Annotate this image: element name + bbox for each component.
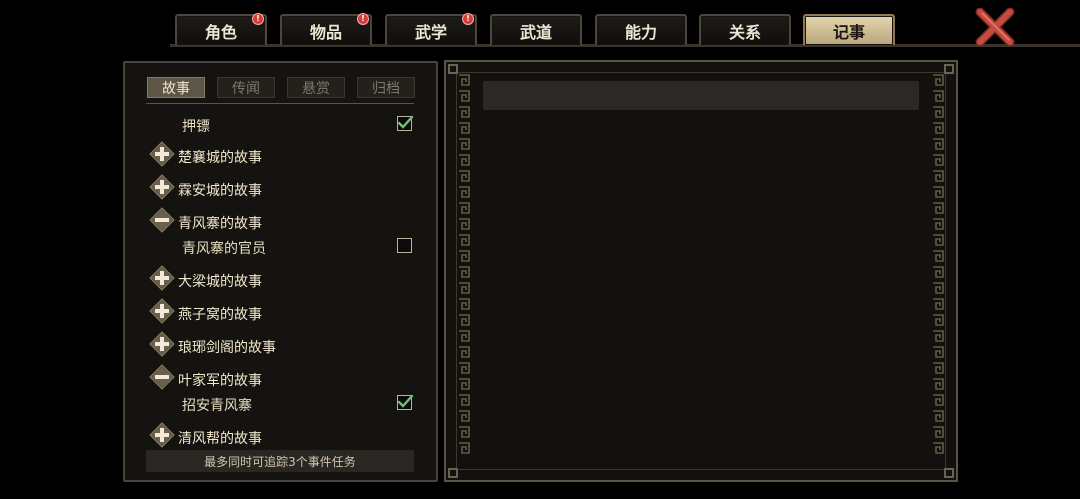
story-group[interactable]: 楚襄城的故事	[125, 141, 425, 168]
detail-title-bar	[483, 81, 919, 110]
expand-icon[interactable]	[149, 298, 175, 324]
expand-icon[interactable]	[149, 422, 175, 448]
fret-border-left	[457, 74, 471, 454]
story-group[interactable]: 叶家军的故事	[125, 364, 425, 391]
quest-item[interactable]: 招安青风寨	[125, 390, 425, 416]
fret-border-right	[931, 74, 945, 454]
tab-label: 角色	[204, 22, 237, 42]
track-checkbox[interactable]	[397, 238, 412, 253]
alert-badge-icon: !	[252, 13, 264, 25]
story-group-label: 楚襄城的故事	[178, 150, 262, 166]
divider	[146, 103, 414, 104]
expand-icon[interactable]	[149, 174, 175, 200]
story-group-label: 燕子窝的故事	[178, 307, 262, 323]
story-group-label: 清风帮的故事	[178, 431, 262, 447]
story-group-label: 霖安城的故事	[178, 183, 262, 199]
tracking-limit-note: 最多同时可追踪3个事件任务	[146, 450, 414, 472]
tab-journal[interactable]: 记事	[803, 14, 895, 45]
story-group[interactable]: 霖安城的故事	[125, 174, 425, 201]
subtab-archive[interactable]: 归档	[357, 77, 415, 98]
tab-label: 记事	[832, 22, 865, 42]
alert-badge-icon: !	[357, 13, 369, 25]
expand-icon[interactable]	[149, 265, 175, 291]
journal-list-panel: 故事 传闻 悬赏 归档 押镖楚襄城的故事 霖安城的故事 青风寨的故事青风寨的官员大梁…	[123, 61, 438, 482]
collapse-icon[interactable]	[149, 207, 175, 233]
track-checkbox[interactable]	[397, 394, 414, 410]
story-group[interactable]: 清风帮的故事	[125, 422, 425, 449]
story-group[interactable]: 大梁城的故事	[125, 265, 425, 292]
story-group-label: 大梁城的故事	[178, 274, 262, 290]
close-icon	[975, 7, 1015, 47]
expand-icon[interactable]	[149, 331, 175, 357]
story-group-label: 琅琊剑阁的故事	[178, 340, 276, 356]
detail-inner-frame	[456, 72, 946, 470]
collapse-icon[interactable]	[149, 364, 175, 390]
quest-item[interactable]: 青风寨的官员	[125, 233, 425, 259]
tab-character[interactable]: 角色!	[175, 13, 267, 45]
tab-relations[interactable]: 关系	[699, 14, 791, 45]
tab-label: 武道	[519, 22, 552, 42]
quest-label: 招安青风寨	[182, 398, 252, 414]
story-group[interactable]: 青风寨的故事	[125, 207, 425, 234]
story-group[interactable]: 燕子窝的故事	[125, 298, 425, 325]
checkmark-icon	[397, 115, 414, 129]
tab-label: 能力	[624, 22, 657, 42]
frame-corner	[448, 468, 458, 478]
frame-corner	[944, 468, 954, 478]
subtab-stories[interactable]: 故事	[147, 77, 205, 98]
tab-label: 武学	[414, 22, 447, 42]
tab-abilities[interactable]: 能力	[595, 14, 687, 45]
journal-detail-panel	[444, 60, 958, 482]
story-group-label: 青风寨的故事	[178, 216, 262, 232]
tab-label: 物品	[309, 22, 342, 42]
quest-label: 押镖	[182, 119, 210, 135]
tab-items[interactable]: 物品!	[280, 13, 372, 45]
story-group[interactable]: 琅琊剑阁的故事	[125, 331, 425, 358]
tab-martial-way[interactable]: 武道	[490, 14, 582, 45]
quest-label: 青风寨的官员	[182, 241, 266, 257]
tab-label: 关系	[728, 22, 761, 42]
subtab-rumors[interactable]: 传闻	[217, 77, 275, 98]
checkmark-icon	[397, 394, 414, 408]
alert-badge-icon: !	[462, 13, 474, 25]
tab-martial-arts[interactable]: 武学!	[385, 13, 477, 45]
close-button[interactable]	[974, 7, 1016, 47]
frame-corner	[944, 64, 954, 74]
subtab-bounties[interactable]: 悬赏	[287, 77, 345, 98]
frame-corner	[448, 64, 458, 74]
expand-icon[interactable]	[149, 141, 175, 167]
quest-item[interactable]: 押镖	[125, 111, 425, 137]
track-checkbox[interactable]	[397, 115, 414, 131]
story-group-label: 叶家军的故事	[178, 373, 262, 389]
